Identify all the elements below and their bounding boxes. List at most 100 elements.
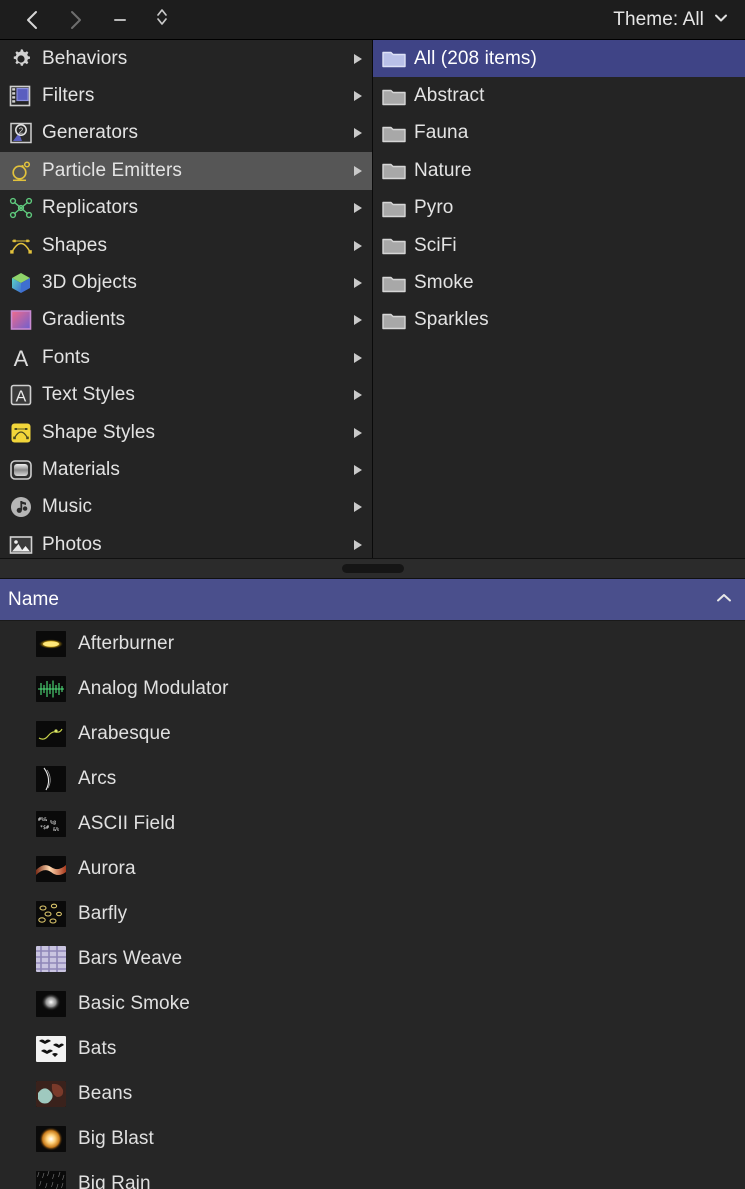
asset-label: Beans	[78, 1083, 132, 1105]
svg-text:&%: &%	[53, 827, 59, 833]
category-item-shapes[interactable]: Shapes	[0, 227, 372, 264]
folder-item-fauna[interactable]: Fauna	[373, 115, 745, 152]
category-item-gradients[interactable]: Gradients	[0, 302, 372, 339]
name-column-label: Name	[0, 589, 59, 611]
category-item-replicators[interactable]: Replicators	[0, 190, 372, 227]
disclosure-triangle-icon[interactable]	[354, 166, 362, 176]
disclosure-triangle-icon[interactable]	[354, 241, 362, 251]
disclosure-triangle-icon[interactable]	[354, 353, 362, 363]
disclosure-triangle-icon[interactable]	[354, 315, 362, 325]
category-item-label: Text Styles	[42, 384, 354, 406]
svg-text:A: A	[14, 346, 29, 371]
asset-row[interactable]: Afterburner	[0, 621, 745, 666]
folder-item-sparkles[interactable]: Sparkles	[373, 302, 745, 339]
category-item-label: Particle Emitters	[42, 160, 354, 182]
path-menu-button[interactable]	[98, 3, 142, 37]
category-item-fonts[interactable]: AFonts	[0, 339, 372, 376]
barfly-thumb	[36, 901, 66, 927]
disclosure-triangle-icon[interactable]	[354, 390, 362, 400]
folder-item-scifi[interactable]: SciFi	[373, 227, 745, 264]
category-item-music[interactable]: Music	[0, 489, 372, 526]
asset-label: Afterburner	[78, 633, 174, 655]
folder-item-label: Pyro	[414, 197, 453, 219]
folder-item-label: All (208 items)	[414, 48, 537, 70]
folder-item-all-208-items[interactable]: All (208 items)	[373, 40, 745, 77]
category-item-label: Materials	[42, 459, 354, 481]
category-item-label: Music	[42, 496, 354, 518]
category-list[interactable]: BehaviorsFilters 2 Generators Particle Emit…	[0, 40, 373, 558]
asset-row[interactable]: Barfly	[0, 891, 745, 936]
asset-row[interactable]: Arcs	[0, 756, 745, 801]
folder-icon	[382, 274, 406, 293]
folder-item-label: Smoke	[414, 272, 474, 294]
category-item-shape-styles[interactable]: Shape Styles	[0, 414, 372, 451]
disclosure-triangle-icon[interactable]	[354, 428, 362, 438]
disclosure-triangle-icon[interactable]	[354, 203, 362, 213]
shape-style-icon	[8, 420, 34, 446]
folder-list[interactable]: All (208 items) Abstract Fauna Nature Pyro Sc…	[373, 40, 745, 558]
disclosure-triangle-icon[interactable]	[354, 128, 362, 138]
category-item-photos[interactable]: Photos	[0, 526, 372, 558]
folder-item-nature[interactable]: Nature	[373, 152, 745, 189]
asset-row[interactable]: Beans	[0, 1071, 745, 1116]
navigation-group	[0, 3, 182, 37]
pane-splitter[interactable]	[0, 558, 745, 579]
category-item-label: 3D Objects	[42, 272, 354, 294]
folder-item-pyro[interactable]: Pyro	[373, 190, 745, 227]
category-item-label: Generators	[42, 122, 354, 144]
big-blast-thumb	[36, 1126, 66, 1152]
asset-row[interactable]: Big Blast	[0, 1116, 745, 1161]
big-rain-thumb	[36, 1171, 66, 1189]
svg-text:*$#: *$#	[40, 825, 49, 831]
dash-icon	[114, 19, 126, 21]
asset-row[interactable]: Bars Weave	[0, 936, 745, 981]
category-item-text-styles[interactable]: AText Styles	[0, 377, 372, 414]
disclosure-triangle-icon[interactable]	[354, 54, 362, 64]
category-item-materials[interactable]: Materials	[0, 451, 372, 488]
disclosure-triangle-icon[interactable]	[354, 502, 362, 512]
svg-text:2: 2	[19, 127, 24, 136]
back-button[interactable]	[10, 3, 54, 37]
filmstrip-icon	[8, 83, 34, 109]
asset-label: Analog Modulator	[78, 678, 229, 700]
folder-item-abstract[interactable]: Abstract	[373, 77, 745, 114]
afterburner-thumb	[36, 631, 66, 657]
asset-row[interactable]: Big Rain	[0, 1161, 745, 1189]
asset-label: Bars Weave	[78, 948, 182, 970]
svg-text:#%&: #%&	[38, 817, 47, 823]
disclosure-triangle-icon[interactable]	[354, 278, 362, 288]
particle-emitter-icon	[8, 158, 34, 184]
asset-row[interactable]: Basic Smoke	[0, 981, 745, 1026]
gear-icon	[8, 46, 34, 72]
folder-item-label: Nature	[414, 160, 472, 182]
up-down-stepper-icon	[155, 5, 169, 34]
disclosure-triangle-icon[interactable]	[354, 91, 362, 101]
category-item-generators[interactable]: 2 Generators	[0, 115, 372, 152]
asset-row[interactable]: Arabesque	[0, 711, 745, 756]
category-item-particle-emitters[interactable]: Particle Emitters	[0, 152, 372, 189]
category-item-3d-objects[interactable]: 3D Objects	[0, 264, 372, 301]
preview-stepper[interactable]	[142, 3, 182, 37]
replicator-icon	[8, 195, 34, 221]
asset-label: Arabesque	[78, 723, 171, 745]
category-item-filters[interactable]: Filters	[0, 77, 372, 114]
asset-row[interactable]: Bats	[0, 1026, 745, 1071]
forward-button[interactable]	[54, 3, 98, 37]
drag-handle-icon[interactable]	[342, 564, 404, 573]
disclosure-triangle-icon[interactable]	[354, 465, 362, 475]
asset-row[interactable]: #%&%@*$#&%ASCII Field	[0, 801, 745, 846]
asset-label: Arcs	[78, 768, 116, 790]
disclosure-triangle-icon[interactable]	[354, 540, 362, 550]
folder-item-label: Abstract	[414, 85, 485, 107]
theme-dropdown[interactable]: Theme: All	[607, 0, 735, 39]
asset-row[interactable]: Aurora	[0, 846, 745, 891]
asset-list[interactable]: Afterburner Analog Modulator Arabesque Arcs…	[0, 621, 745, 1189]
folder-item-smoke[interactable]: Smoke	[373, 264, 745, 301]
name-column-header[interactable]: Name	[0, 579, 745, 621]
arcs-thumb	[36, 766, 66, 792]
browser-top-area: BehaviorsFilters 2 Generators Particle Emit…	[0, 40, 745, 558]
font-icon: A	[8, 345, 34, 371]
asset-row[interactable]: Analog Modulator	[0, 666, 745, 711]
category-item-label: Shape Styles	[42, 422, 354, 444]
category-item-behaviors[interactable]: Behaviors	[0, 40, 372, 77]
